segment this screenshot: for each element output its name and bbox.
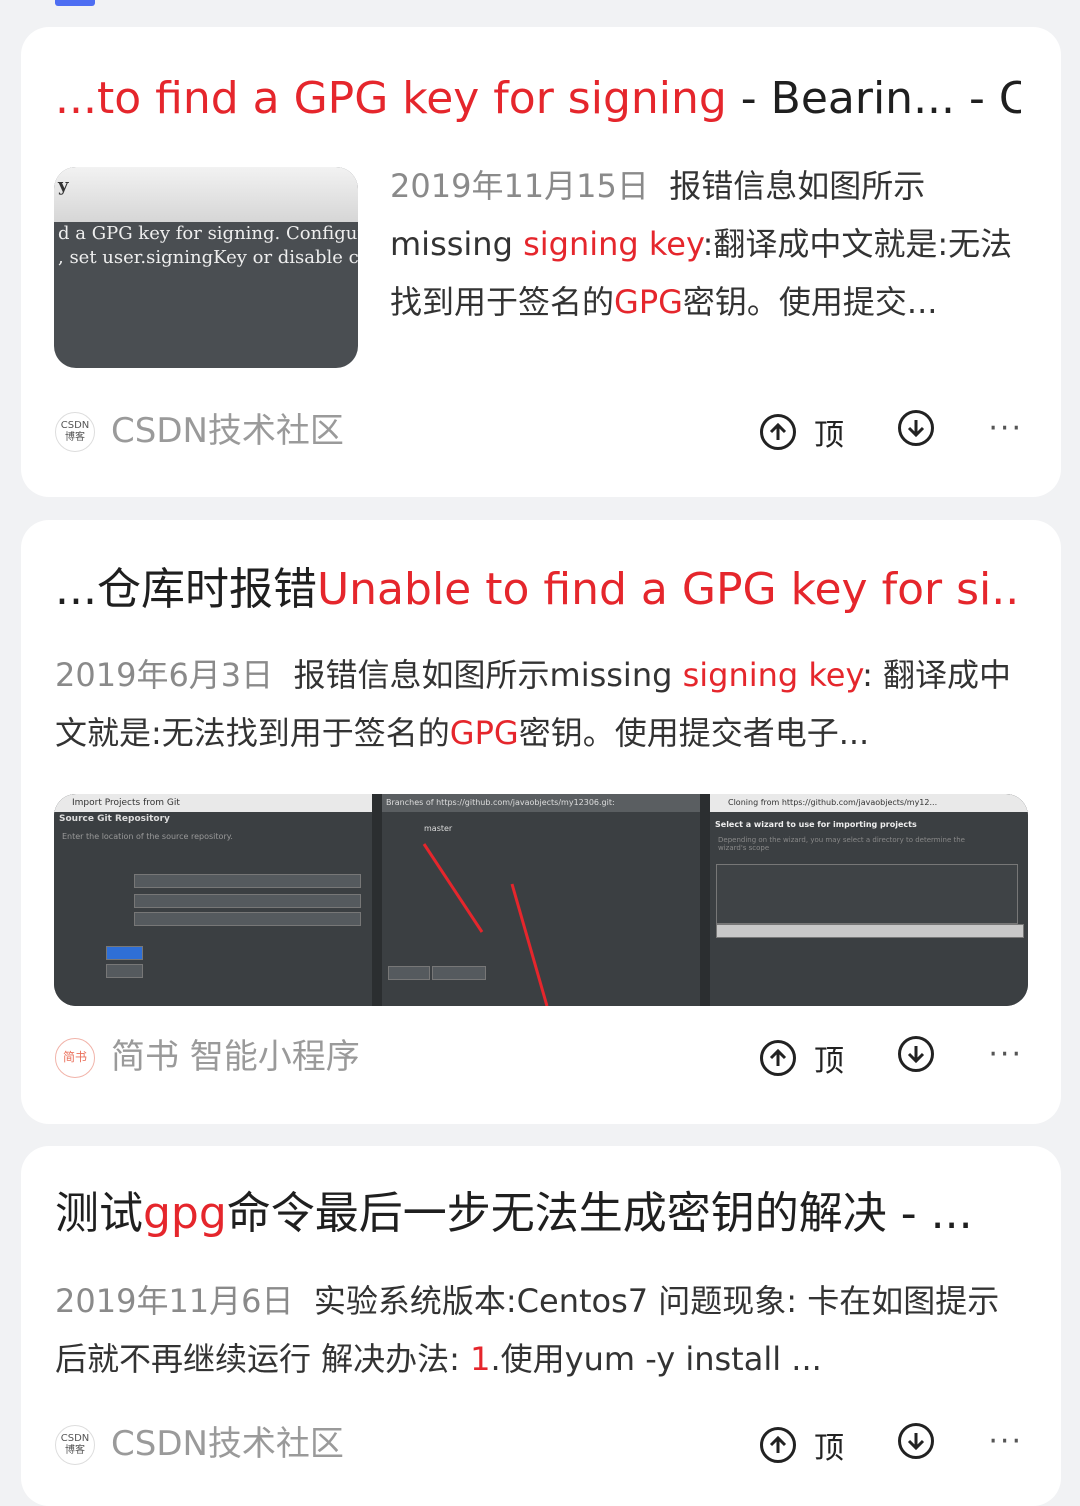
- result-card[interactable]: 测试gpg命令最后一步无法生成密钥的解决 - ... 2019年11月6日 实验…: [21, 1146, 1061, 1506]
- more-icon[interactable]: ···: [988, 1037, 1023, 1072]
- csdn-logo-icon: CSDN 博客: [55, 1425, 95, 1465]
- tab-indicator: [55, 0, 95, 6]
- result-card[interactable]: ...仓库时报错Unable to find a GPG key for si.…: [21, 520, 1061, 1124]
- result-date: 2019年11月15日: [390, 167, 649, 205]
- arrow-down-icon: [898, 410, 934, 446]
- arrow-down-icon: [898, 1036, 934, 1072]
- arrow-up-icon: [760, 414, 796, 450]
- arrow-up-icon: [760, 1040, 796, 1076]
- screenshot-thumbnail[interactable]: Cloning from https://github.com/javaobje…: [710, 794, 1028, 1006]
- downvote-button[interactable]: [898, 410, 934, 446]
- source-name[interactable]: CSDN技术社区: [111, 409, 344, 453]
- result-footer: CSDN 博客 CSDN技术社区 顶 ···: [55, 407, 1027, 457]
- result-snippet: 2019年6月3日 报错信息如图所示missing signing key: 翻…: [55, 656, 1012, 752]
- downvote-button[interactable]: [898, 1423, 934, 1459]
- result-snippet: 2019年11月15日 报错信息如图所示missing signing key:…: [390, 167, 1013, 321]
- result-title[interactable]: ...to find a GPG key for signing - Beari…: [55, 69, 1021, 129]
- result-snippet: 2019年11月6日 实验系统版本:Centos7 问题现象: 卡在如图提示后就…: [55, 1282, 1000, 1378]
- result-footer: CSDN 博客 CSDN技术社区 顶 ···: [55, 1420, 1027, 1470]
- source-name[interactable]: 简书 智能小程序: [111, 1035, 360, 1079]
- jianshu-logo-icon: 简书: [55, 1038, 95, 1078]
- result-title[interactable]: ...仓库时报错Unable to find a GPG key for si.…: [55, 560, 1021, 620]
- more-icon[interactable]: ···: [988, 1424, 1023, 1459]
- downvote-button[interactable]: [898, 1036, 934, 1072]
- screenshot-thumbnail[interactable]: Import Projects from Git Source Git Repo…: [54, 794, 372, 1006]
- upvote-button[interactable]: 顶: [760, 410, 844, 454]
- result-date: 2019年6月3日: [55, 656, 274, 694]
- more-icon[interactable]: ···: [988, 411, 1023, 446]
- upvote-button[interactable]: 顶: [760, 1423, 844, 1467]
- result-image-strip[interactable]: Import Projects from Git Source Git Repo…: [54, 794, 1028, 1006]
- result-thumbnail[interactable]: y d a GPG key for signing. Configure GP …: [54, 167, 358, 368]
- result-date: 2019年11月6日: [55, 1282, 294, 1320]
- result-footer: 简书 简书 智能小程序 顶 ···: [55, 1033, 1027, 1083]
- arrow-down-icon: [898, 1423, 934, 1459]
- csdn-logo-icon: CSDN 博客: [55, 412, 95, 452]
- result-title[interactable]: 测试gpg命令最后一步无法生成密钥的解决 - ...: [55, 1184, 1021, 1244]
- arrow-up-icon: [760, 1427, 796, 1463]
- source-name[interactable]: CSDN技术社区: [111, 1422, 344, 1466]
- screenshot-thumbnail[interactable]: Branches of https://github.com/javaobjec…: [382, 794, 700, 1006]
- result-card[interactable]: ...to find a GPG key for signing - Beari…: [21, 27, 1061, 497]
- upvote-button[interactable]: 顶: [760, 1036, 844, 1080]
